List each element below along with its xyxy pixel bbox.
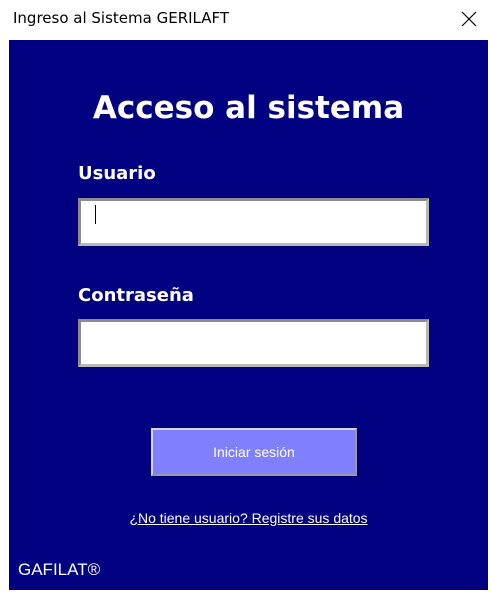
close-icon bbox=[461, 11, 477, 27]
text-caret bbox=[95, 205, 96, 224]
username-label: Usuario bbox=[78, 163, 156, 184]
page-title: Acceso al sistema bbox=[92, 90, 405, 126]
brand-footer: GAFILAT® bbox=[18, 560, 101, 579]
password-input[interactable] bbox=[78, 319, 429, 367]
password-label: Contraseña bbox=[78, 285, 194, 306]
close-button[interactable] bbox=[446, 0, 492, 38]
login-button[interactable]: Iniciar sesión bbox=[151, 428, 357, 476]
username-input[interactable] bbox=[78, 198, 429, 246]
title-bar: Ingreso al Sistema GERILAFT bbox=[0, 0, 492, 38]
register-link[interactable]: ¿No tiene usuario? Registre sus datos bbox=[9, 510, 488, 526]
login-panel: Acceso al sistema Usuario Contraseña Ini… bbox=[9, 40, 488, 590]
window-title: Ingreso al Sistema GERILAFT bbox=[13, 9, 230, 27]
